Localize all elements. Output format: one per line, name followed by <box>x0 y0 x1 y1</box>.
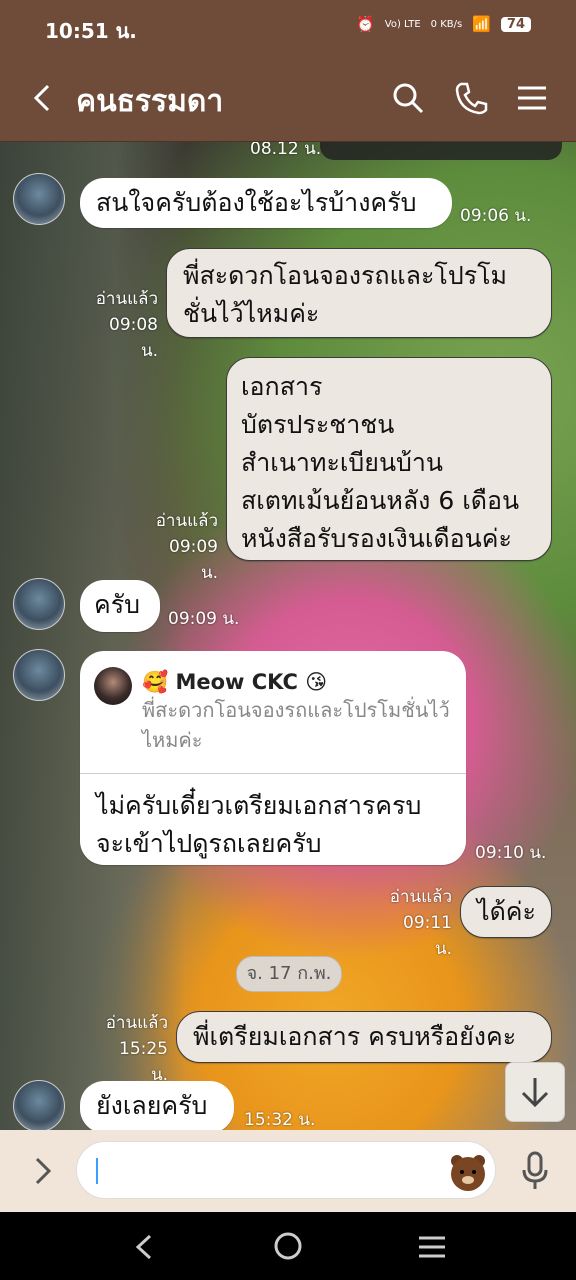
incoming-message-bubble[interactable]: สนใจครับต้องใช้อะไรบ้างครับ <box>80 178 452 228</box>
avatar[interactable] <box>13 1080 65 1132</box>
net-speed: 0 KB/s <box>430 18 463 30</box>
incoming-reply-bubble[interactable]: 🥰 Meow CKC 😘 พี่สะดวกโอนจองรถและโปรโมชั่… <box>80 651 466 865</box>
scroll-to-bottom-button[interactable] <box>505 1062 565 1122</box>
message-input[interactable] <box>76 1141 496 1199</box>
avatar[interactable] <box>13 173 65 225</box>
partial-timestamp: 08.12 น. <box>250 142 322 159</box>
system-nav-bar <box>0 1212 576 1280</box>
outgoing-message-bubble[interactable]: ได้ค่ะ <box>460 886 552 938</box>
bear-sticker-icon[interactable] <box>448 1152 488 1192</box>
nav-back-icon[interactable] <box>130 1232 158 1262</box>
chevron-right-icon[interactable] <box>30 1154 56 1188</box>
incoming-message-bubble[interactable]: ครับ <box>80 580 160 632</box>
message-text: สนใจครับต้องใช้อะไรบ้างครับ <box>96 188 417 217</box>
message-text: พี่เตรียมเอกสาร ครบหรือยังคะ <box>193 1022 517 1051</box>
alarm-icon: ⏰ <box>356 15 375 33</box>
reply-avatar <box>94 667 132 705</box>
back-arrow-icon[interactable] <box>28 80 58 116</box>
date-separator: จ. 17 ก.พ. <box>236 956 342 992</box>
phone-icon[interactable] <box>453 80 489 116</box>
message-time: 09:10 น. <box>475 843 547 863</box>
quoted-message[interactable]: 🥰 Meow CKC 😘 พี่สะดวกโอนจองรถและโปรโมชั่… <box>80 651 466 774</box>
incoming-message-bubble[interactable]: ยังเลยครับ <box>80 1081 234 1133</box>
search-icon[interactable] <box>390 80 426 116</box>
avatar[interactable] <box>13 578 65 630</box>
microphone-icon[interactable] <box>520 1150 550 1192</box>
status-bar: 10:51 น. ⏰ Vo) LTE 0 KB/s 📶 74 <box>0 0 576 56</box>
read-receipt: อ่านแล้ว <box>155 511 218 531</box>
avatar[interactable] <box>13 649 65 701</box>
message-time: 09:09 น. <box>168 609 240 629</box>
read-receipt: อ่านแล้ว <box>95 289 158 309</box>
message-time: 09:08 น. <box>109 315 158 361</box>
outgoing-message-bubble[interactable]: พี่เตรียมเอกสาร ครบหรือยังคะ <box>176 1011 552 1063</box>
message-text: พี่สะดวกโอนจองรถและโปรโม ชั่นไว้ไหมค่ะ <box>183 261 508 328</box>
message-text: ได้ค่ะ <box>477 897 536 926</box>
message-composer <box>0 1130 576 1212</box>
outgoing-message-bubble[interactable]: เอกสาร บัตรประชาชน สำเนาทะเบียนบ้าน สเตท… <box>226 357 552 561</box>
status-icons: ⏰ Vo) LTE 0 KB/s 📶 74 <box>356 15 531 33</box>
message-time: 09:11 น. <box>403 913 452 959</box>
message-text: เอกสาร บัตรประชาชน สำเนาทะเบียนบ้าน สเตท… <box>241 372 520 553</box>
hamburger-menu-icon[interactable] <box>514 80 550 116</box>
arrow-down-icon <box>521 1078 549 1108</box>
battery-level: 74 <box>500 16 531 32</box>
message-text: ไม่ครับเดี๋ยวเตรียมเอกสารครบ จะเข้าไปดูร… <box>96 791 422 858</box>
text-caret <box>96 1158 98 1184</box>
read-receipt: อ่านแล้ว <box>389 887 452 907</box>
lte-indicator: Vo) LTE <box>384 18 421 30</box>
message-text: ยังเลยครับ <box>96 1091 208 1120</box>
reply-quoted-text: พี่สะดวกโอนจองรถและโปรโมชั่นไว้ไหมค่ะ <box>142 698 450 752</box>
message-text: ครับ <box>94 590 141 619</box>
status-time: 10:51 น. <box>45 19 137 43</box>
wifi-icon: 📶 <box>472 15 491 33</box>
read-receipt: อ่านแล้ว <box>105 1013 168 1033</box>
message-time: 09:09 น. <box>169 537 218 583</box>
nav-recents-icon[interactable] <box>416 1234 448 1260</box>
nav-home-icon[interactable] <box>272 1230 304 1262</box>
outgoing-message-bubble[interactable]: พี่สะดวกโอนจองรถและโปรโม ชั่นไว้ไหมค่ะ <box>166 248 552 338</box>
message-time: 09:06 น. <box>460 206 532 226</box>
embedded-nav-overlay <box>320 142 562 160</box>
chat-title: คนธรรมดา <box>76 84 224 119</box>
chat-header: คนธรรมดา <box>0 56 576 142</box>
